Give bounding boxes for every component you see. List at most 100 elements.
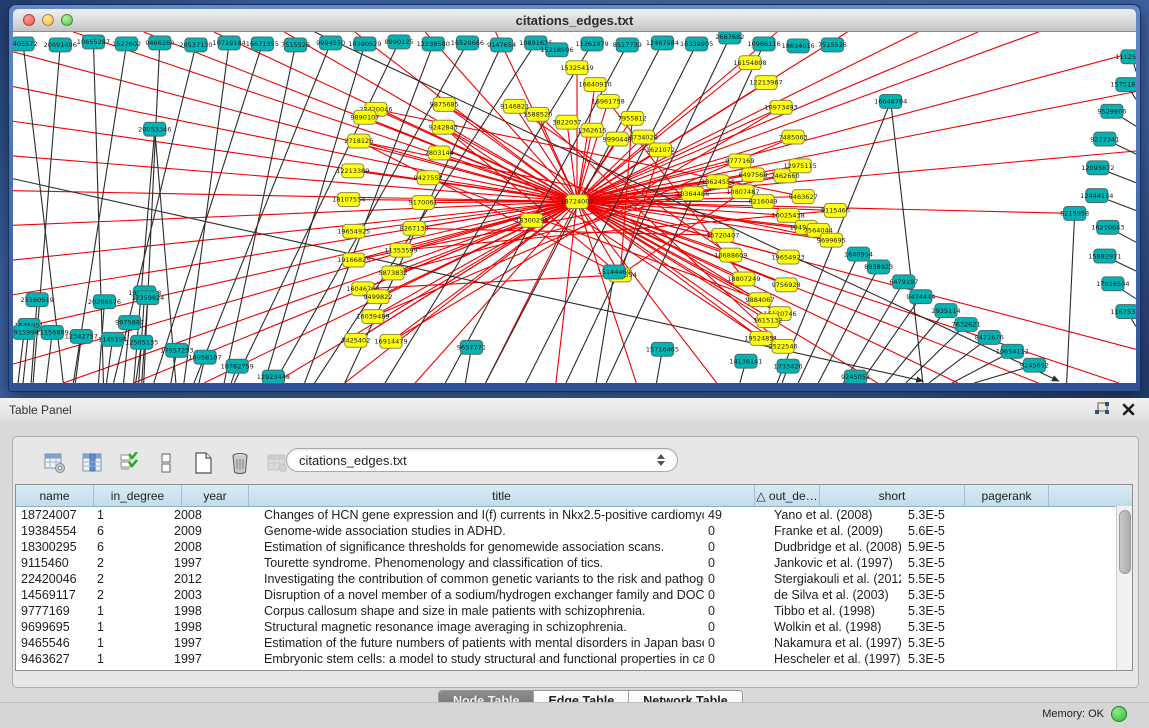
graph-edge[interactable] [114,45,196,383]
cell-in_degree[interactable]: 2 [89,556,169,570]
table-row[interactable]: 946554611997Estimation of the future num… [16,635,1132,651]
column-header-in_degree[interactable]: in_degree [94,485,182,506]
cell-pagerank[interactable]: 5.3E-5 [901,508,978,522]
cell-name[interactable]: 9115460 [16,556,89,570]
cell-in_degree[interactable]: 1 [89,508,169,522]
cell-pagerank[interactable]: 5.9E-5 [901,540,978,554]
float-window-icon[interactable] [1094,402,1110,421]
column-chooser-icon[interactable] [80,451,104,475]
graph-edge[interactable] [234,42,399,383]
cell-year[interactable]: 2003 [169,588,231,602]
node-table[interactable]: namein_degreeyeartitle△ out_de…shortpage… [15,484,1133,671]
column-header-short[interactable]: short [820,485,965,506]
cell-out_de[interactable]: 0 [704,556,765,570]
cell-in_degree[interactable]: 6 [89,524,169,538]
select-all-icon[interactable] [117,451,141,475]
cell-short[interactable]: Dudbridge et al. (2008) [765,540,901,554]
vertical-scrollbar[interactable] [1116,506,1132,670]
table-row[interactable]: 2242004622012Investigating the contribut… [16,571,1132,587]
cell-year[interactable]: 1998 [169,620,231,634]
cell-title[interactable]: Estimation of the future numbers of pati… [231,636,704,650]
cell-pagerank[interactable]: 5.3E-5 [901,604,978,618]
cell-out_de[interactable]: 0 [704,524,765,538]
cell-name[interactable]: 18724007 [16,508,89,522]
column-header-pagerank[interactable]: pagerank [965,485,1049,506]
cell-in_degree[interactable]: 1 [89,652,169,666]
cell-out_de[interactable]: 0 [704,604,765,618]
cell-out_de[interactable]: 0 [704,636,765,650]
cell-in_degree[interactable]: 2 [89,588,169,602]
cell-out_de[interactable]: 0 [704,540,765,554]
cell-short[interactable]: Wolkin et al. (1998) [765,620,901,634]
network-view[interactable]: 1872400718300295153254191664091016961758… [13,32,1136,383]
column-header-year[interactable]: year [182,485,249,506]
table-row[interactable]: 946362711997Embryonic stem cells: a mode… [16,651,1132,667]
column-header-title[interactable]: title [249,485,755,506]
cell-in_degree[interactable]: 1 [89,604,169,618]
cell-in_degree[interactable]: 2 [89,572,169,586]
cell-name[interactable]: 19384554 [16,524,89,538]
scrollbar-thumb[interactable] [1119,510,1131,574]
cell-title[interactable]: Tourette syndrome. Phenomenology and cla… [231,556,704,570]
cell-year[interactable]: 2008 [169,508,231,522]
close-icon[interactable] [1122,403,1135,421]
zoom-window-icon[interactable] [61,14,73,26]
window-titlebar[interactable]: citations_edges.txt [13,9,1136,32]
table-row[interactable]: 1872400712008Changes of HCN gene express… [16,507,1132,523]
cell-pagerank[interactable]: 5.3E-5 [901,620,978,634]
cell-in_degree[interactable]: 6 [89,540,169,554]
network-window[interactable]: citations_edges.txt 18724007183002951532… [8,4,1141,392]
cell-name[interactable]: 9463627 [16,652,89,666]
cell-out_de[interactable]: 0 [704,572,765,586]
cell-year[interactable]: 1998 [169,604,231,618]
minimize-window-icon[interactable] [42,14,54,26]
memory-ok-icon[interactable] [1111,706,1127,722]
cell-year[interactable]: 2009 [169,524,231,538]
cell-year[interactable]: 2012 [169,572,231,586]
cell-short[interactable]: Yano et al. (2008) [765,508,901,522]
cell-in_degree[interactable]: 1 [89,620,169,634]
cell-pagerank[interactable]: 5.3E-5 [901,588,978,602]
cell-short[interactable]: de Silva et al. (2003) [765,588,901,602]
cell-title[interactable]: Genome-wide association studies in ADHD. [231,524,704,538]
cell-out_de[interactable]: 49 [704,508,765,522]
table-row[interactable]: 1456911722003Disruption of a novel membe… [16,587,1132,603]
cell-short[interactable]: Hescheler et al. (1997) [765,652,901,666]
cell-pagerank[interactable]: 5.3E-5 [901,636,978,650]
table-row[interactable]: 969969511998Structural magnetic resonanc… [16,619,1132,635]
cell-short[interactable]: Nakamura et al. (1997) [765,636,901,650]
cell-year[interactable]: 2008 [169,540,231,554]
cell-title[interactable]: Corpus callosum shape and size in male p… [231,604,704,618]
cell-name[interactable]: 18300295 [16,540,89,554]
cell-name[interactable]: 14569117 [16,588,89,602]
cell-in_degree[interactable]: 1 [89,636,169,650]
graph-edge[interactable] [486,43,663,383]
graph-edge[interactable] [264,44,365,383]
column-header-name[interactable]: name [16,485,94,506]
graph-edge[interactable] [1067,213,1075,383]
table-row[interactable]: 911546021997Tourette syndrome. Phenomeno… [16,555,1132,571]
cell-year[interactable]: 1997 [169,556,231,570]
table-settings-icon[interactable] [43,451,67,475]
cell-title[interactable]: Changes of HCN gene expression and I(f) … [231,508,704,522]
graph-edge[interactable] [144,43,160,383]
cell-name[interactable]: 22420046 [16,572,89,586]
delete-table-icon[interactable] [228,451,252,475]
close-window-icon[interactable] [23,14,35,26]
cell-pagerank[interactable]: 5.6E-5 [901,524,978,538]
table-row[interactable]: 1830029562008Estimation of significance … [16,539,1132,555]
cell-title[interactable]: Structural magnetic resonance image aver… [231,620,704,634]
cell-name[interactable]: 9777169 [16,604,89,618]
cell-pagerank[interactable]: 5.3E-5 [901,652,978,666]
table-row[interactable]: 977716911998Corpus callosum shape and si… [16,603,1132,619]
cell-name[interactable]: 9699695 [16,620,89,634]
cell-out_de[interactable]: 0 [704,652,765,666]
graph-edge[interactable] [891,101,923,383]
cell-pagerank[interactable]: 5.5E-5 [901,572,978,586]
network-select[interactable]: citations_edges.txt [286,448,678,472]
graph-edge[interactable] [46,332,52,383]
column-header-out_de[interactable]: △ out_de… [755,485,820,506]
cell-short[interactable]: Stergiakouli et al. (2012) [765,572,901,586]
cell-out_de[interactable]: 0 [704,620,765,634]
cell-short[interactable]: Tibbo et al. (1998) [765,604,901,618]
